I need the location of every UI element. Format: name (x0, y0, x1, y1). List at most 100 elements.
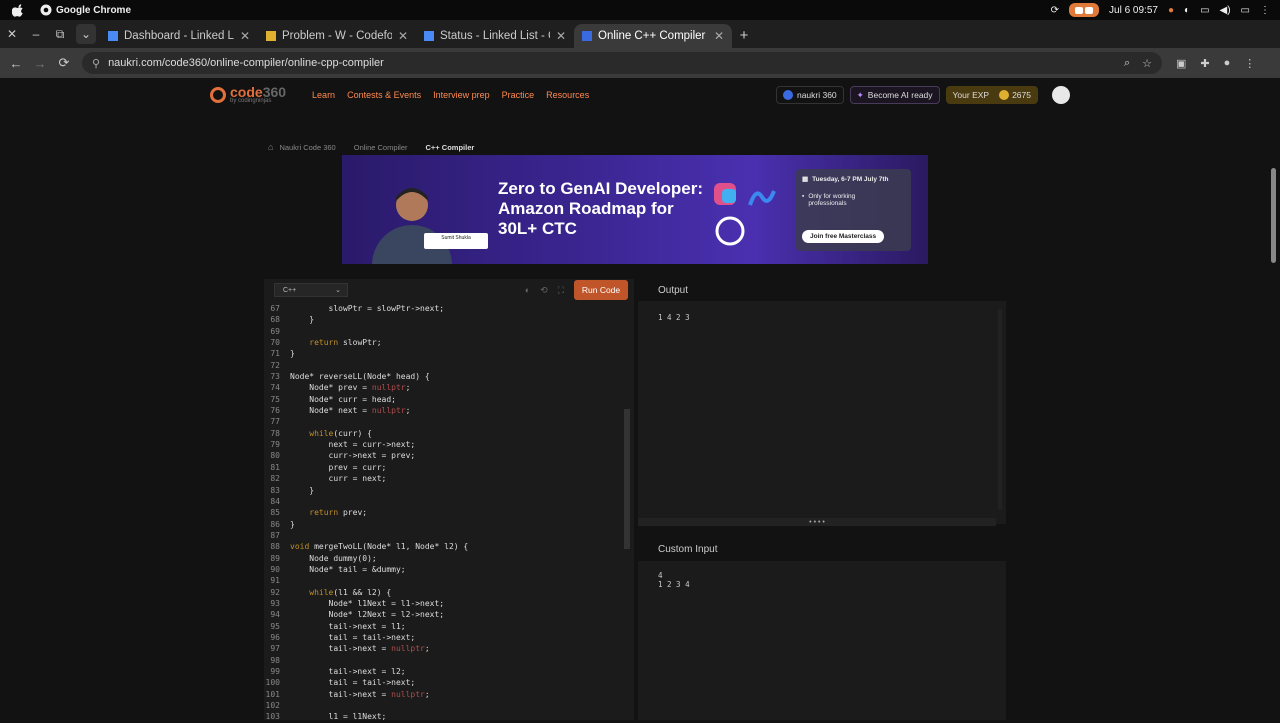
fullscreen-icon[interactable]: ⛶ (558, 285, 564, 296)
code-line[interactable]: 68 } (264, 314, 624, 325)
nav-link[interactable]: Interview prep (433, 90, 490, 100)
code-line[interactable]: 70 return slowPtr; (264, 337, 624, 348)
custom-input-field[interactable]: 4 1 2 3 4 (638, 561, 1006, 599)
code-line[interactable]: 76 Node* next = nullptr; (264, 405, 624, 416)
mic-icon[interactable]: ● (1168, 5, 1174, 16)
code-line[interactable]: 73 Node* reverseLL(Node* head) { (264, 371, 624, 382)
code-line[interactable]: 94 Node* l2Next = l2->next; (264, 609, 624, 620)
site-info-icon[interactable]: ⚲ (92, 57, 100, 70)
code-line[interactable]: 87 (264, 530, 624, 541)
nav-link[interactable]: Contests & Events (347, 90, 421, 100)
tab-search-icon[interactable]: ⌄ (76, 24, 96, 44)
breadcrumb-online-compiler[interactable]: Online Compiler (354, 143, 408, 152)
code-line[interactable]: 97 tail->next = nullptr; (264, 643, 624, 654)
naukri-badge[interactable]: naukri 360 (775, 86, 844, 104)
moon-icon[interactable]: ◐ (1184, 5, 1190, 16)
code-line[interactable]: 74 Node* prev = nullptr; (264, 382, 624, 393)
browser-tab[interactable]: Problem - W - Codefor ✕ (258, 24, 416, 48)
code-line[interactable]: 92 while(l1 && l2) { (264, 587, 624, 598)
close-tab-icon[interactable]: ✕ (556, 29, 566, 43)
display-icon[interactable]: ▭ (1200, 5, 1209, 16)
nav-link[interactable]: Learn (312, 90, 335, 100)
code-line[interactable]: 69 (264, 326, 624, 337)
code-line[interactable]: 82 curr = next; (264, 473, 624, 484)
nav-link[interactable]: Practice (502, 90, 535, 100)
nav-link[interactable]: Resources (546, 90, 589, 100)
language-select[interactable]: C++ ⌄ (274, 283, 348, 297)
reset-icon[interactable]: ⟲ (540, 285, 548, 296)
apple-icon[interactable] (12, 3, 24, 17)
reload-icon[interactable]: ⟳ (52, 55, 76, 71)
app-name[interactable]: Google Chrome (40, 4, 131, 16)
panel-resize-handle[interactable]: • • • • (638, 518, 996, 526)
code360-logo[interactable]: code360 by codingninjas (210, 85, 286, 104)
code-line[interactable]: 81 prev = curr; (264, 462, 624, 473)
code-line[interactable]: 93 Node* l1Next = l1->next; (264, 598, 624, 609)
bookmark-star-icon[interactable]: ☆ (1142, 57, 1152, 70)
code-line[interactable]: 85 return prev; (264, 507, 624, 518)
page-scrollbar[interactable] (1271, 168, 1276, 263)
code-line[interactable]: 84 (264, 496, 624, 507)
code-line[interactable]: 99 tail->next = l2; (264, 666, 624, 677)
close-tab-icon[interactable]: ✕ (398, 29, 408, 43)
menu-icon[interactable]: ⋮ (1260, 5, 1270, 16)
url-text[interactable]: naukri.com/code360/online-compiler/onlin… (108, 57, 384, 69)
code-line[interactable]: 79 next = curr->next; (264, 439, 624, 450)
close-tab-icon[interactable]: ✕ (240, 29, 250, 43)
close-window-icon[interactable]: ✕ (0, 20, 24, 48)
code-line[interactable]: 96 tail = tail->next; (264, 632, 624, 643)
code-line[interactable]: 67 slowPtr = slowPtr->next; (264, 303, 624, 314)
restore-icon[interactable]: ⧉ (48, 20, 72, 48)
breadcrumb-home[interactable]: Naukri Code 360 (279, 143, 335, 152)
forward-icon[interactable]: → (28, 56, 52, 71)
clock[interactable]: Jul 6 09:57 (1109, 5, 1158, 16)
minimize-icon[interactable]: – (24, 20, 48, 48)
extension-icon[interactable]: ▣ (1176, 57, 1186, 70)
code-line[interactable]: 90 Node* tail = &dummy; (264, 564, 624, 575)
browser-tab[interactable]: Status - Linked List - C ✕ (416, 24, 574, 48)
join-masterclass-button[interactable]: Join free Masterclass (802, 230, 885, 243)
code-line[interactable]: 89 Node dummy(0); (264, 553, 624, 564)
code-line[interactable]: 95 tail->next = l1; (264, 621, 624, 632)
zoom-icon[interactable]: ⌕ (1124, 57, 1130, 70)
puzzle-icon[interactable]: ✚ (1200, 57, 1209, 70)
profile-icon[interactable]: ● (1224, 57, 1231, 69)
code-line[interactable]: 77 (264, 416, 624, 427)
address-bar[interactable]: ⚲ naukri.com/code360/online-compiler/onl… (82, 52, 1162, 74)
recording-indicator[interactable] (1069, 3, 1100, 17)
code-line[interactable]: 71} (264, 348, 624, 359)
browser-tab[interactable]: Online C++ Compiler - ✕ (574, 24, 732, 48)
code-line[interactable]: 91 (264, 575, 624, 586)
code-line[interactable]: 102 (264, 700, 624, 711)
editor-scrollbar[interactable] (624, 409, 630, 549)
code-line[interactable]: 80 curr->next = prev; (264, 450, 624, 461)
become-ai-ready-button[interactable]: ✦ Become AI ready (849, 86, 940, 104)
code-line[interactable]: 98 (264, 655, 624, 666)
browser-tab[interactable]: Dashboard - Linked Li ✕ (100, 24, 258, 48)
code-line[interactable]: 101 tail->next = nullptr; (264, 689, 624, 700)
code-line[interactable]: 72 (264, 360, 624, 371)
code-lines[interactable]: 67 slowPtr = slowPtr->next; 68 } 69 70 retu… (264, 303, 624, 723)
exp-badge[interactable]: Your EXP 2675 (945, 86, 1038, 104)
code-line[interactable]: 100 tail = tail->next; (264, 677, 624, 688)
sync-icon[interactable]: ⟳ (1051, 5, 1059, 16)
home-icon[interactable]: ⌂ (268, 142, 273, 152)
avatar[interactable] (1052, 86, 1070, 104)
promo-banner[interactable]: Sumit Shukla Zero to GenAI Developer: Am… (342, 155, 928, 264)
code-line[interactable]: 88 void mergeTwoLL(Node* l1, Node* l2) { (264, 541, 624, 552)
volume-icon[interactable]: ◀) (1220, 5, 1231, 16)
back-icon[interactable]: ← (4, 56, 28, 71)
code-editor[interactable]: C++ ⌄ ◐ ⟲ ⛶ Run Code 67 slowPtr = slowPtr… (264, 279, 634, 723)
chrome-menu-icon[interactable]: ⋮ (1244, 57, 1255, 70)
battery-icon[interactable]: ▭ (1241, 5, 1250, 16)
code-line[interactable]: 75 Node* curr = head; (264, 394, 624, 405)
theme-toggle-icon[interactable]: ◐ (525, 285, 530, 296)
new-tab-button[interactable]: + (732, 27, 756, 44)
run-code-button[interactable]: Run Code (574, 280, 628, 300)
code-line[interactable]: 103 l1 = l1Next; (264, 711, 624, 722)
output-scrollbar[interactable] (998, 309, 1002, 509)
close-tab-icon[interactable]: ✕ (714, 29, 724, 43)
code-line[interactable]: 86} (264, 519, 624, 530)
code-line[interactable]: 83 } (264, 485, 624, 496)
code-line[interactable]: 78 while(curr) { (264, 428, 624, 439)
